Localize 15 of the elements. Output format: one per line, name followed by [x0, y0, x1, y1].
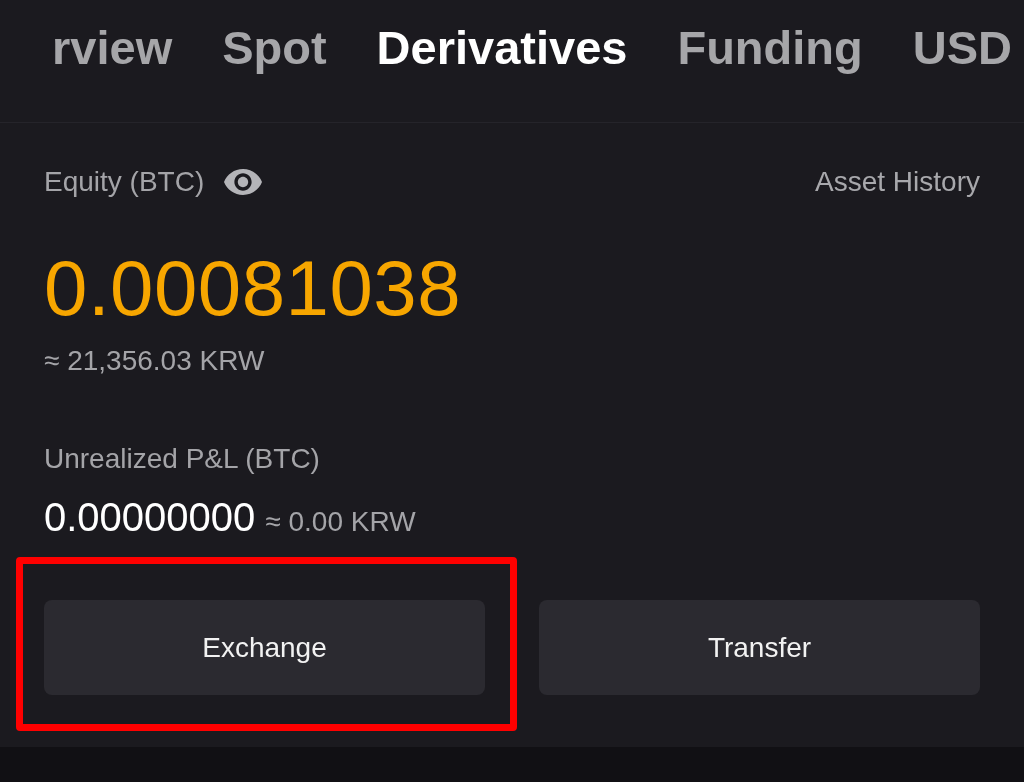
unrealized-pnl-fiat-value: ≈ 0.00 KRW	[265, 505, 416, 539]
tab[interactable]: Funding	[677, 20, 863, 76]
equity-label: Equity (BTC)	[44, 165, 205, 199]
action-button[interactable]: Exchange	[44, 600, 485, 695]
asset-history-link[interactable]: Asset History	[815, 164, 980, 200]
unrealized-pnl-label: Unrealized P&L (BTC)	[44, 442, 320, 476]
unrealized-pnl-value: 0.00000000	[44, 494, 256, 541]
tab[interactable]: rview	[52, 20, 173, 76]
tab[interactable]: USD	[912, 20, 1012, 76]
tab[interactable]: Spot	[222, 20, 327, 76]
tab[interactable]: Derivatives	[376, 20, 628, 76]
eye-icon[interactable]	[224, 169, 263, 195]
equity-value: 0.00081038	[44, 246, 462, 330]
equity-fiat-value: ≈ 21,356.03 KRW	[44, 344, 265, 378]
action-button[interactable]: Transfer	[539, 600, 980, 695]
